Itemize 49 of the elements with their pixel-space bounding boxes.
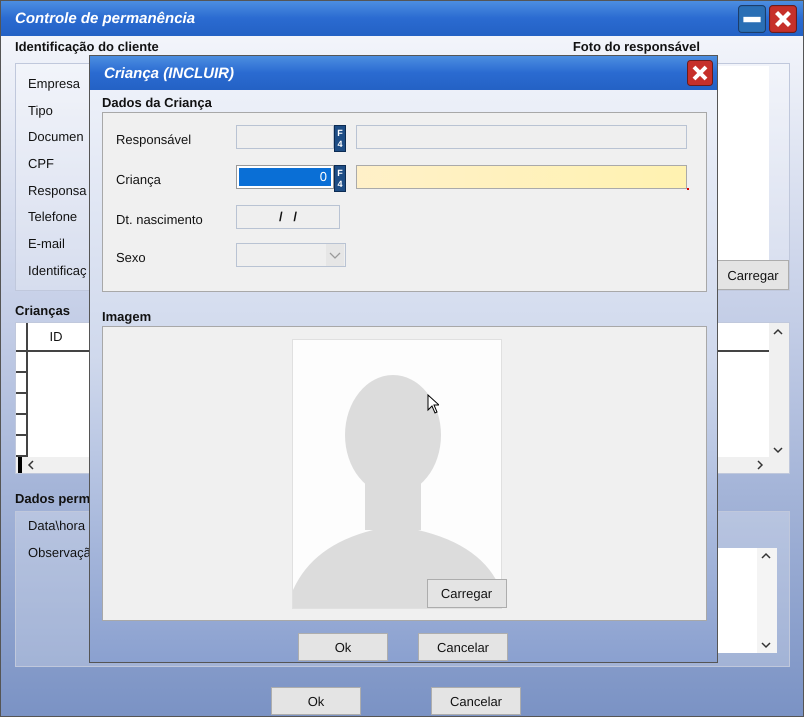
minimize-icon[interactable] <box>738 4 766 32</box>
cancel-button[interactable]: Cancelar <box>418 633 508 661</box>
scroll-up-icon[interactable] <box>761 551 771 561</box>
field-label: CPF <box>28 156 54 174</box>
field-label: Responsável <box>116 131 192 147</box>
close-icon[interactable] <box>769 4 797 32</box>
vertical-scrollbar[interactable] <box>769 323 789 473</box>
load-button[interactable]: Carregar <box>717 260 789 290</box>
column-header[interactable]: ID <box>28 323 84 350</box>
section-heading: Crianças <box>15 303 70 320</box>
field-label: Documen <box>28 129 84 146</box>
field-label: Observaçã <box>28 544 91 562</box>
lookup-button[interactable]: F4 <box>334 125 346 152</box>
field-label: Sexo <box>116 249 147 265</box>
section-heading: Dados perm <box>15 491 90 508</box>
code-field[interactable] <box>236 125 334 149</box>
field-label: Empresa <box>28 76 80 93</box>
name-field[interactable] <box>356 125 687 149</box>
lookup-button[interactable]: F4 <box>334 165 346 192</box>
load-button[interactable]: Carregar <box>426 579 506 608</box>
section-heading: Imagem <box>102 309 152 324</box>
field-label: Tipo <box>28 102 53 120</box>
dialog-title: Criança (INCLUIR) <box>104 64 234 82</box>
name-field[interactable] <box>356 165 687 189</box>
scroll-right-icon[interactable] <box>755 460 765 470</box>
code-field[interactable]: 0 <box>236 165 334 189</box>
date-field[interactable]: / / <box>236 205 340 229</box>
cancel-button[interactable]: Cancelar <box>431 687 521 715</box>
field-label: Responsa <box>28 182 87 200</box>
scroll-down-icon[interactable] <box>773 445 783 455</box>
field-label: Identificaç <box>28 262 87 280</box>
section-heading: Dados da Criança <box>102 95 213 110</box>
notes-field[interactable] <box>717 548 777 653</box>
ok-button[interactable]: Ok <box>271 687 361 715</box>
field-label: Criança <box>116 171 162 187</box>
scroll-down-icon[interactable] <box>761 640 771 650</box>
section-heading: Foto do responsável <box>572 39 700 56</box>
scroll-up-icon[interactable] <box>773 327 783 337</box>
window-title: Controle de permanência <box>15 10 196 27</box>
field-label: Data\hora <box>28 518 86 535</box>
section-heading: Identificação do cliente <box>15 39 159 56</box>
field-label: E-mail <box>28 236 65 254</box>
field-label: Dt. nascimento <box>116 211 204 227</box>
ok-button[interactable]: Ok <box>298 633 388 661</box>
caret-icon <box>326 244 344 266</box>
close-icon[interactable] <box>687 60 713 86</box>
field-label: Telefone <box>28 209 78 226</box>
cursor-icon <box>426 394 438 414</box>
scroll-left-icon[interactable] <box>26 460 36 470</box>
